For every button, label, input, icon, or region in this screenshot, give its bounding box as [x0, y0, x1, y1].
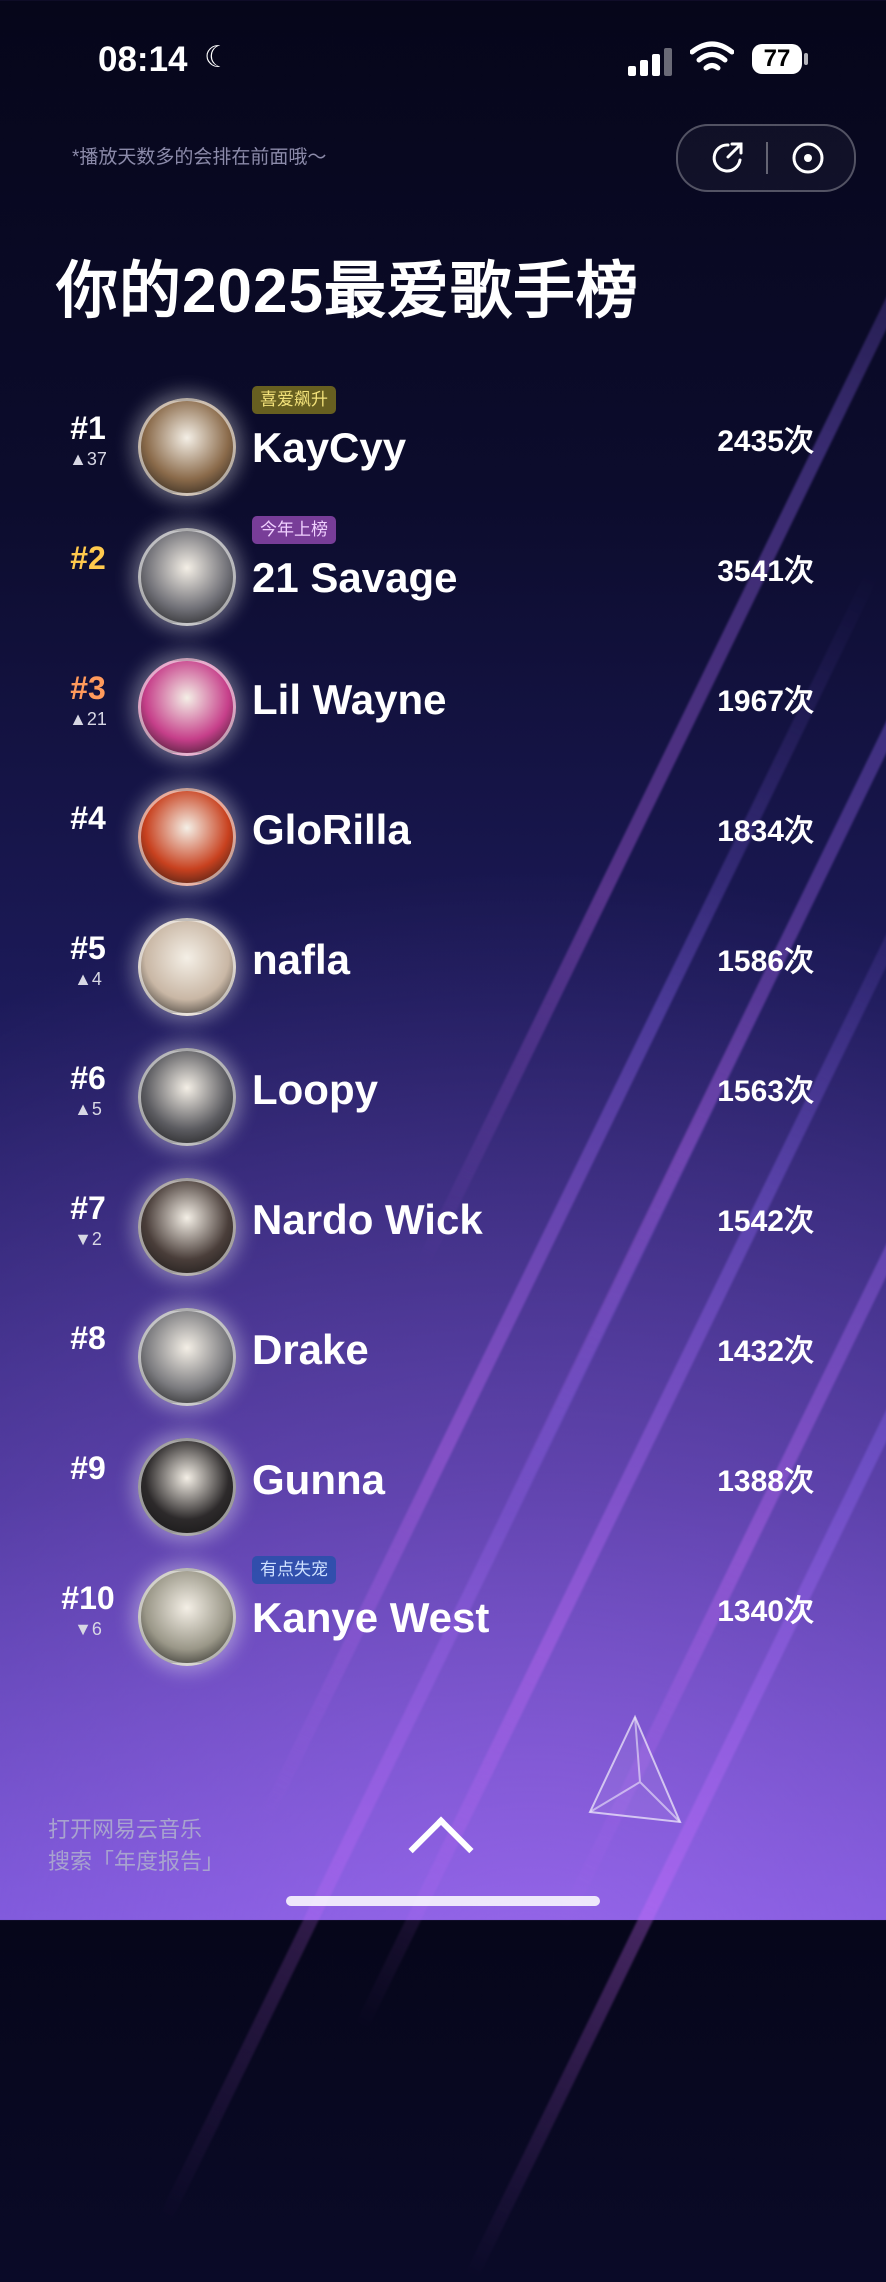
- play-count: 1834次: [717, 815, 814, 848]
- play-count: 2435次: [717, 425, 814, 458]
- rank-label: #1: [70, 410, 106, 446]
- artist-name: 21 Savage: [252, 554, 458, 601]
- artist-row[interactable]: #7 ▼2 Nardo Wick 1542次: [0, 1170, 886, 1280]
- play-count: 1563次: [717, 1075, 814, 1108]
- share-icon[interactable]: [710, 140, 746, 176]
- rank-change: ▼2: [74, 1229, 102, 1249]
- rank-label: #10: [61, 1580, 115, 1616]
- artist-row[interactable]: #8 Drake 1432次: [0, 1300, 886, 1410]
- signal-icon: [628, 46, 676, 76]
- artist-name: nafla: [252, 936, 351, 983]
- moon-icon: ☾: [204, 41, 231, 74]
- artist-row[interactable]: #1 ▲37 喜爱飙升 KayCyy 2435次: [0, 386, 886, 500]
- action-pill: [676, 124, 856, 192]
- status-badge: 喜爱飙升: [252, 386, 336, 414]
- rank-change: ▲5: [74, 1099, 102, 1119]
- status-badge: 有点失宠: [252, 1556, 336, 1584]
- artist-name: Drake: [252, 1326, 369, 1373]
- artist-name: Gunna: [252, 1456, 385, 1503]
- rank-change: ▲37: [69, 449, 107, 469]
- avatar: [138, 1308, 236, 1406]
- play-count: 1340次: [717, 1595, 814, 1628]
- play-count: 1542次: [717, 1205, 814, 1238]
- artist-row[interactable]: #2 今年上榜 21 Savage 3541次: [0, 516, 886, 630]
- artist-row[interactable]: #5 ▲4 nafla 1586次: [0, 910, 886, 1020]
- rank-label: #6: [70, 1060, 106, 1096]
- artist-row[interactable]: #9 Gunna 1388次: [0, 1430, 886, 1540]
- play-count: 3541次: [717, 555, 814, 588]
- play-count: 1967次: [717, 685, 814, 718]
- artist-row[interactable]: #6 ▲5 Loopy 1563次: [0, 1040, 886, 1150]
- avatar: [138, 658, 236, 756]
- play-count: 1388次: [717, 1465, 814, 1498]
- rank-label: #3: [70, 670, 106, 706]
- sort-hint: *播放天数多的会排在前面哦～: [72, 147, 327, 168]
- rank-change: ▲4: [74, 969, 102, 989]
- avatar: [138, 1048, 236, 1146]
- artist-name: Lil Wayne: [252, 676, 447, 723]
- rank-label: #4: [70, 800, 106, 836]
- avatar: [138, 398, 236, 496]
- avatar: [138, 1178, 236, 1276]
- logo-icon: [588, 1714, 682, 1824]
- rank-label: #9: [70, 1450, 106, 1486]
- avatar: [138, 1568, 236, 1666]
- status-bar: 08:14 ☾ 77: [0, 0, 886, 120]
- footer-text: 打开网易云音乐 搜索「年度报告」: [48, 1814, 224, 1878]
- page-title: 你的2025最爱歌手榜: [56, 257, 639, 326]
- home-indicator[interactable]: [286, 1896, 600, 1906]
- wifi-icon: [690, 41, 734, 71]
- battery-indicator: 77: [752, 44, 808, 74]
- artist-name: Loopy: [252, 1066, 378, 1113]
- artist-row[interactable]: #3 ▲21 Lil Wayne 1967次: [0, 650, 886, 760]
- rank-label: #2: [70, 540, 106, 576]
- play-count: 1586次: [717, 945, 814, 978]
- rank-change: ▲21: [69, 709, 107, 729]
- footer-line-2: 搜索「年度报告」: [48, 1849, 225, 1874]
- artist-row[interactable]: #10 ▼6 有点失宠 Kanye West 1340次: [0, 1556, 886, 1670]
- status-badge: 今年上榜: [252, 516, 336, 544]
- avatar: [138, 788, 236, 886]
- avatar: [138, 1438, 236, 1536]
- artist-name: KayCyy: [252, 424, 407, 471]
- artist-row[interactable]: #4 GloRilla 1834次: [0, 780, 886, 890]
- status-time: 08:14: [98, 40, 188, 79]
- rank-label: #7: [70, 1190, 106, 1226]
- play-count: 1432次: [717, 1335, 814, 1368]
- record-icon[interactable]: [790, 140, 826, 176]
- avatar: [138, 918, 236, 1016]
- artist-name: Kanye West: [252, 1594, 490, 1641]
- artist-name: GloRilla: [252, 806, 411, 853]
- divider: [766, 142, 768, 174]
- avatar: [138, 528, 236, 626]
- rank-label: #8: [70, 1320, 106, 1356]
- footer-line-1: 打开网易云音乐: [48, 1817, 203, 1842]
- rank-change: ▼6: [74, 1619, 102, 1639]
- rank-label: #5: [70, 930, 106, 966]
- annual-report-screen: { "status_bar": { "time": "08:14", "batt…: [0, 0, 886, 2282]
- artist-name: Nardo Wick: [252, 1196, 483, 1243]
